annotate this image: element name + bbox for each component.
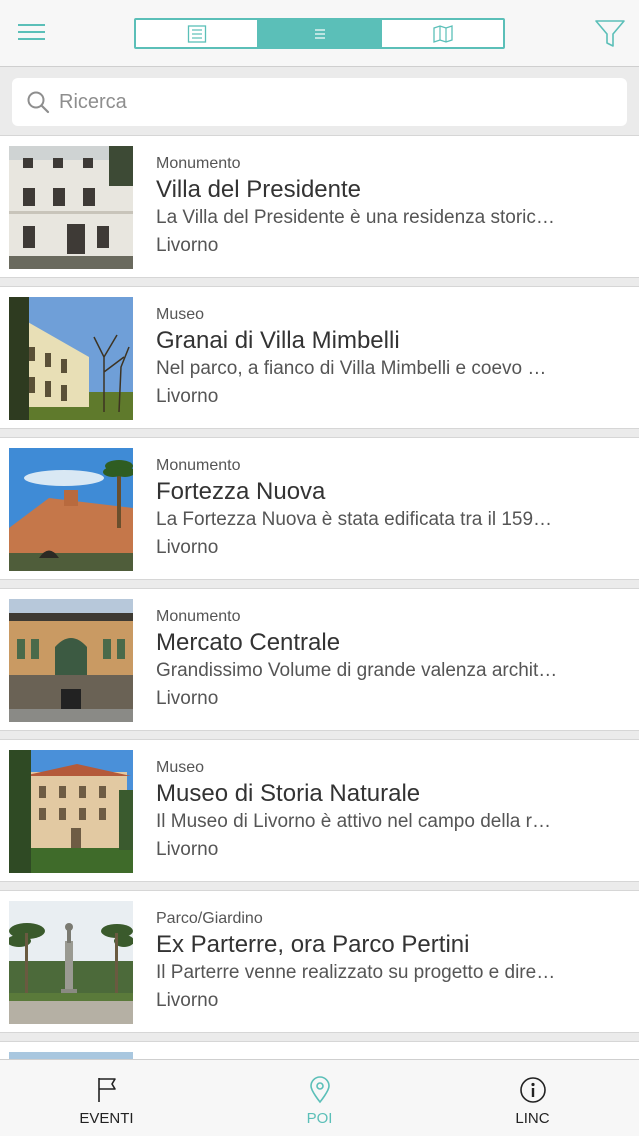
location-pin-icon — [309, 1076, 330, 1104]
poi-category: Parco/Giardino — [156, 910, 263, 927]
tab-label: LINC — [515, 1110, 550, 1127]
poi-title: Ex Parterre, ora Parco Pertini — [156, 931, 470, 958]
poi-description: Il Museo di Livorno è attivo nel campo d… — [156, 811, 551, 832]
search-icon — [27, 91, 50, 114]
grid-list-icon — [187, 24, 206, 43]
poi-description: Il Parterre venne realizzato su progetto… — [156, 962, 556, 983]
list-item[interactable]: Museo Museo di Storia Naturale Il Museo … — [0, 739, 639, 882]
tab-eventi[interactable]: EVENTI — [0, 1060, 213, 1136]
search-bar — [12, 78, 627, 126]
poi-description: La Villa del Presidente è una residenza … — [156, 207, 555, 228]
view-mode-segmented-control — [134, 18, 505, 49]
poi-city: Livorno — [156, 839, 219, 860]
top-bar — [0, 0, 639, 67]
poi-category: Monumento — [156, 155, 241, 172]
map-view-segment[interactable] — [380, 20, 503, 47]
tab-poi[interactable]: POI — [213, 1060, 426, 1136]
poi-thumbnail — [9, 901, 133, 1024]
list-item[interactable]: Monumento Fortezza Nuova La Fortezza Nuo… — [0, 437, 639, 580]
poi-thumbnail — [9, 599, 133, 722]
search-input[interactable] — [59, 90, 599, 114]
poi-thumbnail — [9, 448, 133, 571]
grid-view-segment[interactable] — [136, 20, 257, 47]
map-icon — [432, 24, 453, 43]
poi-thumbnail — [9, 750, 133, 873]
tab-label: POI — [306, 1110, 333, 1127]
menu-icon — [18, 24, 45, 40]
list-item[interactable]: Museo Granai di Villa Mimbelli Nel parco… — [0, 286, 639, 429]
menu-button[interactable] — [14, 20, 50, 46]
poi-city: Livorno — [156, 990, 219, 1011]
poi-city: Livorno — [156, 386, 219, 407]
poi-category: Monumento — [156, 457, 241, 474]
poi-city: Livorno — [156, 688, 219, 709]
info-icon — [519, 1077, 546, 1103]
poi-category: Monumento — [156, 608, 241, 625]
filter-icon — [595, 20, 625, 47]
poi-title: Mercato Centrale — [156, 629, 341, 656]
poi-thumbnail — [9, 297, 133, 420]
poi-description: Nel parco, a fianco di Villa Mimbelli e … — [156, 358, 547, 379]
poi-title: Granai di Villa Mimbelli — [156, 327, 400, 354]
list-item[interactable]: Monumento Villa del Presidente La Villa … — [0, 135, 639, 278]
poi-title: Fortezza Nuova — [156, 478, 326, 505]
poi-list: Monumento Villa del Presidente La Villa … — [0, 135, 639, 1136]
poi-category: Museo — [156, 306, 205, 323]
poi-city: Livorno — [156, 537, 219, 558]
poi-city: Livorno — [156, 235, 219, 256]
poi-title: Villa del Presidente — [156, 176, 362, 203]
poi-thumbnail — [9, 146, 133, 269]
list-item[interactable]: Parco/Giardino Ex Parterre, ora Parco Pe… — [0, 890, 639, 1033]
poi-category: Museo — [156, 759, 205, 776]
filter-button[interactable] — [592, 17, 628, 51]
tab-linc[interactable]: LINC — [426, 1060, 639, 1136]
bottom-tab-bar: EVENTI POI LINC — [0, 1059, 639, 1136]
list-item[interactable]: Monumento Mercato Centrale Grandissimo V… — [0, 588, 639, 731]
poi-description: La Fortezza Nuova è stata edificata tra … — [156, 509, 553, 530]
list-view-segment[interactable] — [257, 20, 380, 47]
flag-icon — [97, 1078, 116, 1102]
poi-title: Museo di Storia Naturale — [156, 780, 421, 807]
list-icon — [314, 28, 325, 39]
poi-description: Grandissimo Volume di grande valenza arc… — [156, 660, 558, 681]
tab-label: EVENTI — [79, 1110, 134, 1127]
